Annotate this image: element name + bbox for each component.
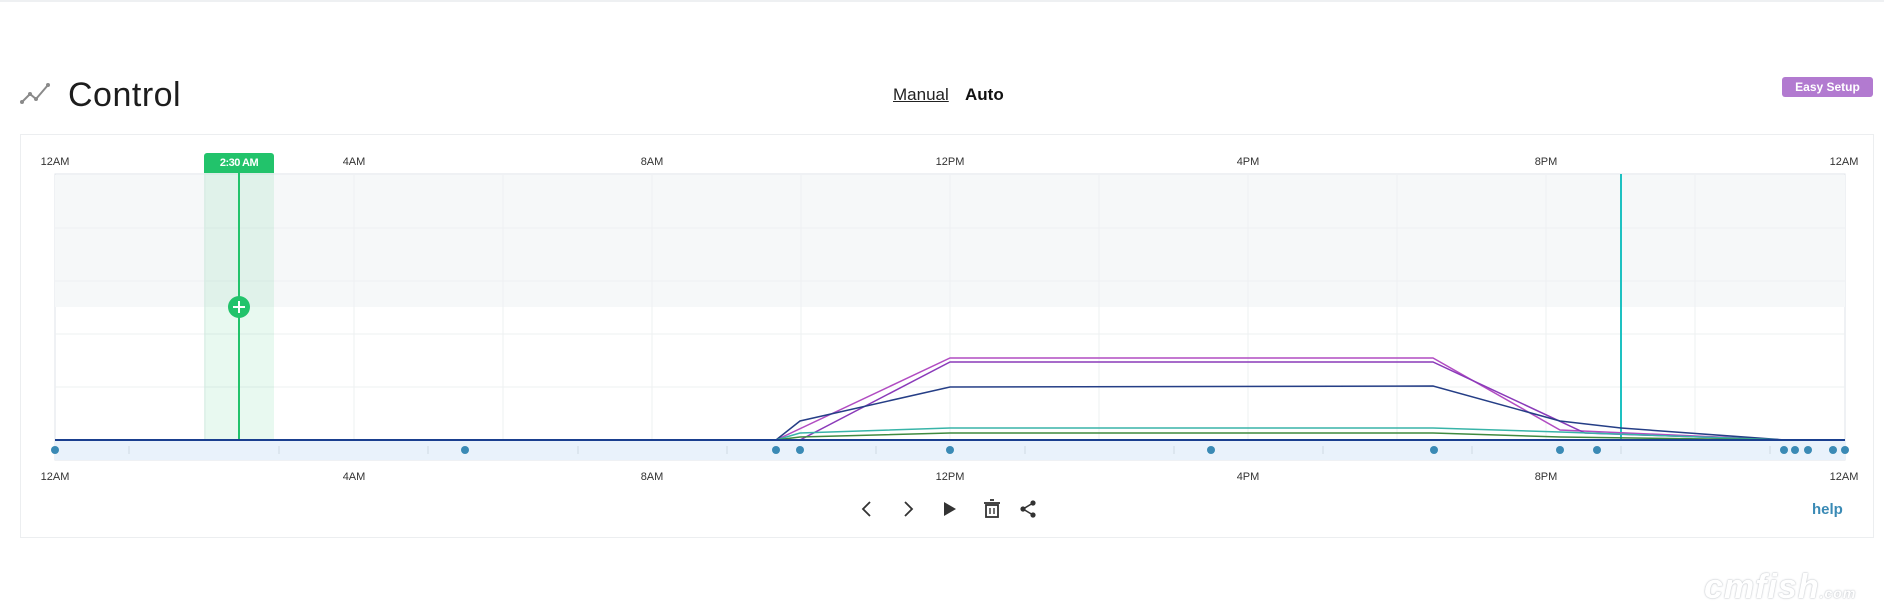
bottom-tick-8pm: 8PM — [1534, 471, 1558, 483]
chevron-right-icon[interactable] — [896, 497, 920, 521]
help-link[interactable]: help — [1812, 501, 1843, 518]
watermark-logo: cmfish.com — [1704, 568, 1856, 607]
schedule-point[interactable] — [1556, 446, 1564, 454]
schedule-point[interactable] — [796, 446, 804, 454]
schedule-point[interactable] — [1207, 446, 1215, 454]
schedule-point[interactable] — [1804, 446, 1812, 454]
schedule-point[interactable] — [1829, 446, 1837, 454]
bottom-tick-4am: 4AM — [342, 471, 366, 483]
bottom-tick-8am: 8AM — [640, 471, 664, 483]
bottom-tick-12am-end: 12AM — [1829, 471, 1859, 483]
schedule-point[interactable] — [51, 446, 59, 454]
schedule-point[interactable] — [1593, 446, 1601, 454]
watermark-suffix: .com — [1819, 585, 1857, 601]
watermark-text: cmfish — [1704, 568, 1820, 606]
schedule-point[interactable] — [1841, 446, 1849, 454]
chevron-left-icon[interactable] — [855, 497, 879, 521]
schedule-point[interactable] — [772, 446, 780, 454]
schedule-point[interactable] — [1430, 446, 1438, 454]
share-icon[interactable] — [1016, 497, 1040, 521]
schedule-point[interactable] — [1780, 446, 1788, 454]
bottom-tick-12am: 12AM — [40, 471, 70, 483]
selected-time-badge[interactable]: 2:30 AM — [204, 153, 274, 173]
bottom-tick-4pm: 4PM — [1236, 471, 1260, 483]
bottom-tick-12pm: 12PM — [935, 471, 965, 483]
schedule-point[interactable] — [946, 446, 954, 454]
schedule-point[interactable] — [461, 446, 469, 454]
play-icon[interactable] — [937, 497, 961, 521]
schedule-point[interactable] — [1791, 446, 1799, 454]
add-point-button[interactable] — [228, 296, 250, 318]
trash-icon[interactable] — [980, 497, 1004, 521]
